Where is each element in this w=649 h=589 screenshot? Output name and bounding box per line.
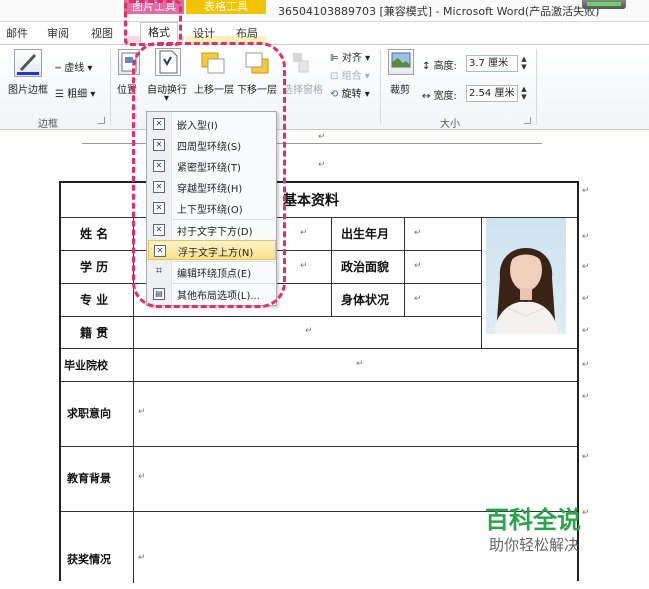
paragraph-mark: ↵	[138, 553, 146, 563]
health-label: 身体状况	[341, 293, 390, 307]
politics-label: 政治面貌	[341, 260, 390, 274]
edu-bg-label: 教育背景	[67, 472, 111, 485]
paragraph-mark: ↵	[582, 360, 590, 370]
weight-icon: ☰	[55, 89, 68, 100]
height-input[interactable]: 3.7 厘米	[466, 55, 518, 72]
dropdown-arrow-icon: ▾	[87, 89, 96, 100]
table-tools-context: 表格工具	[186, 0, 266, 14]
paragraph-mark: ↵	[414, 294, 422, 304]
paragraph-mark: ↵	[138, 407, 146, 417]
paragraph-mark: ↵	[300, 228, 308, 238]
paragraph-mark: ↵	[138, 472, 146, 482]
awards-label: 获奖情况	[67, 553, 111, 566]
school-label: 毕业院校	[64, 359, 108, 372]
tab-design[interactable]: 设计	[193, 25, 215, 41]
portrait-photo[interactable]	[486, 218, 566, 334]
paragraph-mark: ↵	[582, 392, 590, 402]
tab-review[interactable]: 审阅	[47, 25, 69, 41]
picture-border-button[interactable]: 图片边框	[8, 81, 48, 96]
rotate-button[interactable]: ⟲ 旋转 ▾	[330, 85, 370, 100]
document-title: 36504103889703 [兼容模式] - Microsoft Word(产…	[278, 5, 600, 18]
watermark-main-text: 百科全说	[485, 506, 581, 534]
birth-label: 出生年月	[341, 227, 390, 241]
dashes-button[interactable]: ┅ 虚线 ▾	[55, 59, 92, 74]
tab-layout[interactable]: 布局	[236, 25, 258, 41]
watermark: 百科全说 助你轻松解决	[463, 500, 628, 570]
height-label: ↕ 高度:	[422, 61, 457, 72]
width-spin-icon[interactable]: ▲ ▼	[519, 85, 529, 102]
paragraph-mark: ↵	[305, 326, 313, 336]
weight-button[interactable]: ☰ 粗细 ▾	[55, 85, 95, 100]
align-icon: ⊫	[330, 53, 342, 64]
tab-view[interactable]: 视图	[91, 25, 113, 41]
size-launcher-icon[interactable]	[524, 117, 531, 124]
width-input[interactable]: 2.54 厘米	[466, 85, 518, 102]
rotate-icon: ⟲	[330, 89, 342, 100]
width-icon: ↔	[422, 91, 434, 102]
group-button: ⊡ 组合 ▾	[330, 71, 370, 82]
table-title: 基本资料	[283, 193, 339, 209]
group-separator	[110, 49, 111, 125]
annotation-highlight-format-tab	[124, 0, 182, 46]
paragraph-mark: ↵	[582, 326, 590, 336]
ribbon: 图片边框 ┅ 虚线 ▾ ☰ 粗细 ▾ 边框 位置 自动换行 ▾ 上移一层 下移一…	[0, 44, 649, 130]
job-label: 求职意向	[67, 407, 111, 420]
window-controls[interactable]	[582, 0, 626, 9]
major-label: 专 业	[80, 293, 109, 307]
paragraph-mark: ↵	[582, 294, 590, 304]
paragraph-mark: ↵	[300, 261, 308, 271]
paragraph-mark: ↵	[582, 262, 590, 272]
align-button[interactable]: ⊫ 对齐 ▾	[330, 49, 370, 64]
paragraph-mark: ↵	[582, 232, 590, 242]
group-icon: ⊡	[330, 71, 342, 82]
origin-label: 籍 贯	[80, 326, 109, 340]
picture-border-icon[interactable]	[14, 49, 42, 77]
crop-button[interactable]: 裁剪	[390, 81, 410, 96]
tab-mailings[interactable]: 邮件	[6, 25, 28, 41]
group-separator	[380, 49, 381, 125]
crop-icon[interactable]	[388, 49, 414, 75]
height-spin-icon[interactable]: ▲ ▼	[519, 55, 529, 72]
height-icon: ↕	[422, 61, 434, 72]
dropdown-arrow-icon: ▾	[84, 63, 93, 74]
paragraph-mark: ↵	[582, 452, 590, 462]
paragraph-mark: ↵	[582, 186, 590, 196]
group-separator	[536, 49, 537, 125]
selection-pane-button: 选择窗格	[283, 85, 323, 96]
paragraph-mark: ↵	[318, 160, 326, 170]
dashes-icon: ┅	[55, 63, 65, 74]
border-launcher-icon[interactable]	[98, 117, 105, 124]
width-label: ↔ 宽度:	[422, 91, 457, 102]
education-label: 学 历	[80, 260, 109, 274]
paragraph-mark: ↵	[414, 228, 422, 238]
paragraph-mark: ↵	[356, 359, 364, 369]
border-group-label: 边框	[38, 119, 58, 130]
annotation-highlight-wrap-menu	[132, 42, 286, 308]
name-label: 姓 名	[80, 227, 109, 241]
size-group-label: 大小	[440, 119, 460, 130]
paragraph-mark: ↵	[414, 261, 422, 271]
watermark-sub-text: 助你轻松解决	[489, 536, 580, 554]
selection-pane-icon	[291, 51, 311, 75]
paragraph-mark: ↵	[318, 132, 326, 142]
